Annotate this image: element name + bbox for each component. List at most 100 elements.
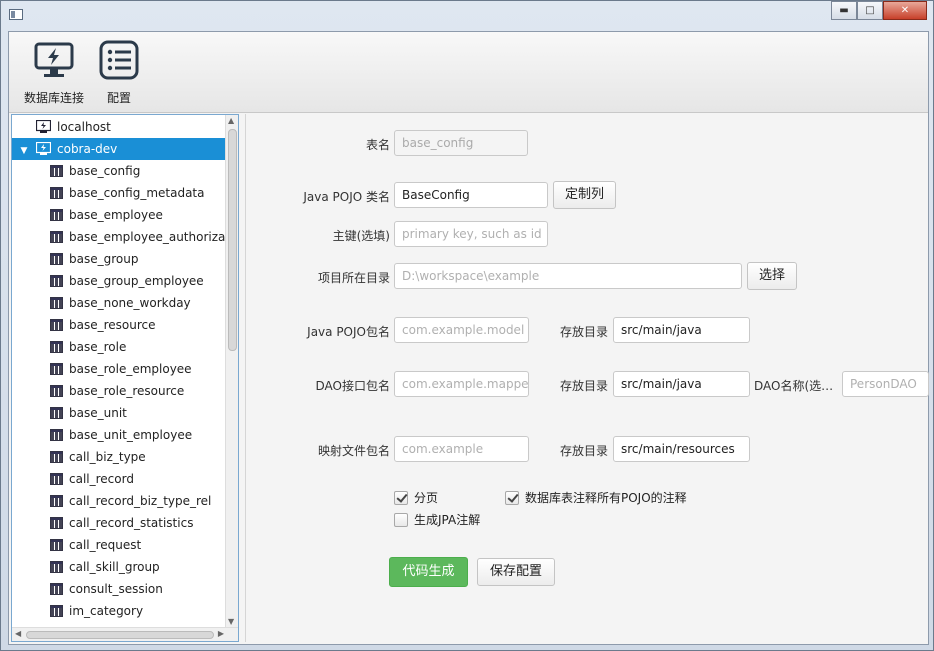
table-name-label: base_employee_authorizat: [69, 230, 231, 244]
tree-node-table[interactable]: base_unit_employee: [50, 424, 192, 446]
scroll-down-icon[interactable]: ▼: [228, 617, 234, 626]
tree-node-table[interactable]: base_config_metadata: [50, 182, 205, 204]
comment-checkbox[interactable]: 数据库表注释所有POJO的注释: [505, 490, 687, 506]
tree-node-table[interactable]: base_role_resource: [50, 380, 184, 402]
dao-name-input[interactable]: PersonDAO: [842, 371, 929, 397]
tree-node-cobra-dev[interactable]: ▼ cobra-dev: [12, 138, 225, 160]
table-name-label: base_role_employee: [69, 362, 192, 376]
generate-code-button[interactable]: 代码生成: [389, 557, 468, 587]
pojo-package-input[interactable]: com.example.model: [394, 317, 529, 343]
vertical-scrollbar[interactable]: ▲ ▼: [225, 115, 238, 627]
tree-node-table[interactable]: call_biz_type: [50, 446, 146, 468]
tree-node-table[interactable]: base_config: [50, 160, 140, 182]
table-name-label: call_record_biz_type_rel: [69, 494, 212, 508]
tree-node-table[interactable]: base_employee_authorizat: [50, 226, 230, 248]
table-icon: [50, 341, 63, 353]
dao-package-input[interactable]: com.example.mapper: [394, 371, 529, 397]
config-button[interactable]: 配置: [84, 40, 154, 106]
connection-icon: [36, 120, 51, 133]
table-icon: [50, 209, 63, 221]
scroll-up-icon[interactable]: ▲: [228, 116, 234, 125]
table-icon: [50, 231, 63, 243]
table-icon: [50, 561, 63, 573]
tree-node-table[interactable]: call_record: [50, 468, 134, 490]
checkbox-checked-icon: [505, 491, 519, 505]
table-icon: [50, 429, 63, 441]
pojo-save-dir-input[interactable]: src/main/java: [613, 317, 750, 343]
maximize-button[interactable]: □: [857, 1, 883, 20]
table-icon: [50, 319, 63, 331]
app-window: ▬ □ ✕ 数据库连接 配置 localhost ▼ cobra-dev bas…: [0, 0, 934, 651]
scroll-right-icon[interactable]: ▶: [218, 629, 224, 638]
pojo-package-label: Java POJO包名: [307, 325, 390, 339]
close-button[interactable]: ✕: [883, 1, 927, 20]
table-name-label: base_group: [69, 252, 139, 266]
table-icon: [50, 517, 63, 529]
expand-arrow-icon[interactable]: ▼: [12, 140, 36, 162]
table-name-label: 表名: [365, 138, 390, 152]
choose-dir-button[interactable]: 选择: [747, 262, 797, 290]
tree-node-table[interactable]: call_record_statistics: [50, 512, 193, 534]
mapper-save-dir-input[interactable]: src/main/resources: [613, 436, 750, 462]
tree-node-table[interactable]: im_category: [50, 600, 143, 622]
tree-node-table[interactable]: base_employee: [50, 204, 163, 226]
table-name-label: consult_session: [69, 582, 163, 596]
dao-name-label: DAO名称(选…: [754, 379, 834, 393]
table-name-label: base_resource: [69, 318, 156, 332]
generator-form: 表名 base_config Java POJO 类名 BaseConfig 定…: [245, 114, 929, 642]
table-icon: [50, 297, 63, 309]
table-name-label: base_config_metadata: [69, 186, 205, 200]
tree-node-table[interactable]: base_unit: [50, 402, 127, 424]
scroll-left-icon[interactable]: ◀: [15, 629, 21, 638]
table-name-label: base_none_workday: [69, 296, 191, 310]
save-config-button[interactable]: 保存配置: [477, 558, 555, 586]
vertical-scroll-thumb[interactable]: [228, 129, 237, 351]
table-icon: [50, 605, 63, 617]
table-icon: [50, 385, 63, 397]
pojo-class-label: Java POJO 类名: [303, 190, 390, 204]
table-icon: [50, 407, 63, 419]
horizontal-scrollbar[interactable]: ◀ ▶: [12, 627, 238, 641]
jpa-checkbox[interactable]: 生成JPA注解: [394, 512, 480, 528]
table-name-label: base_unit_employee: [69, 428, 193, 442]
project-dir-input[interactable]: D:\workspace\example: [394, 263, 742, 289]
custom-columns-button[interactable]: 定制列: [553, 181, 616, 209]
connection-icon: [36, 142, 51, 155]
table-name-label: base_employee: [69, 208, 163, 222]
mapper-package-input[interactable]: com.example: [394, 436, 529, 462]
tree-node-table[interactable]: base_none_workday: [50, 292, 191, 314]
checkbox-checked-icon: [394, 491, 408, 505]
db-connect-button[interactable]: 数据库连接: [19, 40, 89, 106]
list-icon: [99, 40, 139, 80]
tree-node-table[interactable]: call_skill_group: [50, 556, 160, 578]
toolbar: 数据库连接 配置: [9, 32, 928, 113]
database-tree[interactable]: localhost ▼ cobra-dev base_config base_con…: [11, 114, 239, 642]
pojo-save-dir-label: 存放目录: [559, 325, 608, 339]
table-name-label: base_role_resource: [69, 384, 185, 398]
primary-key-input[interactable]: primary key, such as id: [394, 221, 548, 247]
tree-node-table[interactable]: call_record_biz_type_rel: [50, 490, 211, 512]
tree-node-table[interactable]: base_resource: [50, 314, 156, 336]
horizontal-scroll-thumb[interactable]: [26, 631, 214, 639]
pojo-class-input[interactable]: BaseConfig: [394, 182, 548, 208]
tree-node-table[interactable]: base_role: [50, 336, 126, 358]
table-name-label: im_category: [69, 604, 144, 618]
table-name-label: base_config: [69, 164, 141, 178]
table-icon: [50, 253, 63, 265]
config-label: 配置: [106, 91, 131, 105]
tree-node-table[interactable]: consult_session: [50, 578, 163, 600]
comment-label: 数据库表注释所有POJO的注释: [525, 491, 687, 505]
tree-node-table[interactable]: base_group: [50, 248, 138, 270]
table-icon: [50, 495, 63, 507]
mapper-save-dir-label: 存放目录: [559, 444, 608, 458]
tree-node-localhost[interactable]: localhost: [36, 116, 111, 138]
paging-checkbox[interactable]: 分页: [394, 490, 438, 506]
window-controls: ▬ □ ✕: [831, 1, 927, 20]
table-icon: [50, 473, 63, 485]
minimize-button[interactable]: ▬: [831, 1, 857, 20]
tree-node-table[interactable]: base_role_employee: [50, 358, 192, 380]
project-dir-label: 项目所在目录: [317, 271, 390, 285]
dao-save-dir-input[interactable]: src/main/java: [613, 371, 750, 397]
tree-node-table[interactable]: call_request: [50, 534, 141, 556]
tree-node-table[interactable]: base_group_employee: [50, 270, 204, 292]
